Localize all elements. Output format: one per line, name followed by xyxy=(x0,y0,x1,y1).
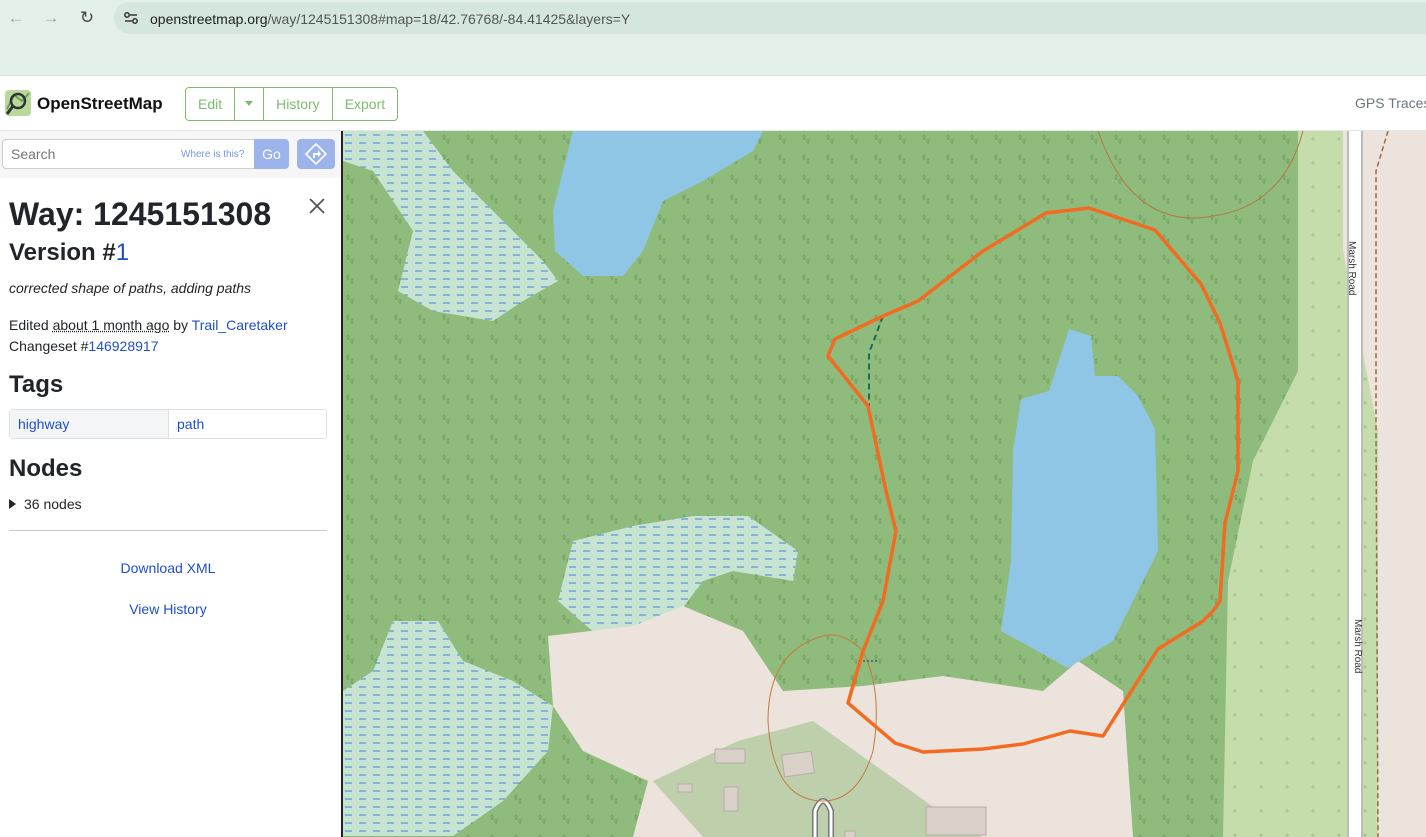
search-bar: Where is this? Go xyxy=(0,131,341,178)
close-icon[interactable] xyxy=(307,196,327,216)
site-header: OpenStreetMap Edit History Export GPS Tr… xyxy=(0,76,1426,131)
edit-button[interactable]: Edit xyxy=(186,88,236,120)
reload-icon[interactable]: ↻ xyxy=(75,6,99,30)
road-label: Marsh Road xyxy=(1346,241,1357,295)
browser-toolbar: ← → ↻ openstreetmap.org/way/1245151308#m… xyxy=(0,0,1426,76)
tags-heading: Tags xyxy=(9,371,64,398)
changeset-info: Changeset #146928917 xyxy=(9,338,159,354)
disclosure-triangle-icon xyxy=(9,499,16,509)
address-bar[interactable]: openstreetmap.org/way/1245151308#map=18/… xyxy=(114,2,1426,34)
back-arrow-icon[interactable]: ← xyxy=(4,6,28,30)
download-xml-link[interactable]: Download XML xyxy=(9,560,327,576)
user-link[interactable]: Trail_Caretaker xyxy=(192,317,288,333)
map-view[interactable]: Marsh Road Marsh Road xyxy=(341,131,1426,837)
page-title: Way: 1245151308 xyxy=(9,196,272,232)
history-button[interactable]: History xyxy=(264,88,333,120)
edited-info: Edited about 1 month ago by Trail_Careta… xyxy=(9,317,288,333)
forward-arrow-icon[interactable]: → xyxy=(39,6,63,30)
road-label: Marsh Road xyxy=(1352,619,1363,673)
nodes-heading: Nodes xyxy=(9,455,83,482)
changeset-link[interactable]: 146928917 xyxy=(88,338,158,354)
where-is-this-link[interactable]: Where is this? xyxy=(181,149,244,160)
brand-name[interactable]: OpenStreetMap xyxy=(37,94,163,114)
edit-dropdown-toggle[interactable] xyxy=(235,88,265,120)
tag-key[interactable]: highway xyxy=(10,410,169,438)
changeset-comment: corrected shape of paths, adding paths xyxy=(9,280,252,296)
caret-down-icon xyxy=(245,101,254,106)
go-button[interactable]: Go xyxy=(254,139,289,169)
map-canvas[interactable]: Marsh Road Marsh Road xyxy=(343,131,1426,837)
tags-table: highway path xyxy=(9,409,327,439)
divider xyxy=(9,530,327,531)
export-button[interactable]: Export xyxy=(333,88,397,120)
nodes-toggle[interactable]: 36 nodes xyxy=(9,496,82,512)
version-link[interactable]: 1 xyxy=(116,239,129,266)
sidebar: Where is this? Go Way: 1245151308 Versio… xyxy=(0,131,341,837)
site-settings-icon[interactable] xyxy=(122,9,140,27)
version-heading: Version #1 xyxy=(9,239,130,266)
tag-value[interactable]: path xyxy=(169,410,326,438)
directions-button[interactable] xyxy=(297,139,335,169)
edited-time: about 1 month ago xyxy=(52,317,170,333)
url-text: openstreetmap.org/way/1245151308#map=18/… xyxy=(150,11,631,27)
directions-icon xyxy=(305,143,327,165)
osm-logo-icon[interactable] xyxy=(4,89,32,117)
gps-traces-link[interactable]: GPS Traces xyxy=(1355,95,1426,111)
edit-button-group: Edit History Export xyxy=(185,87,399,121)
view-history-link[interactable]: View History xyxy=(9,601,327,617)
